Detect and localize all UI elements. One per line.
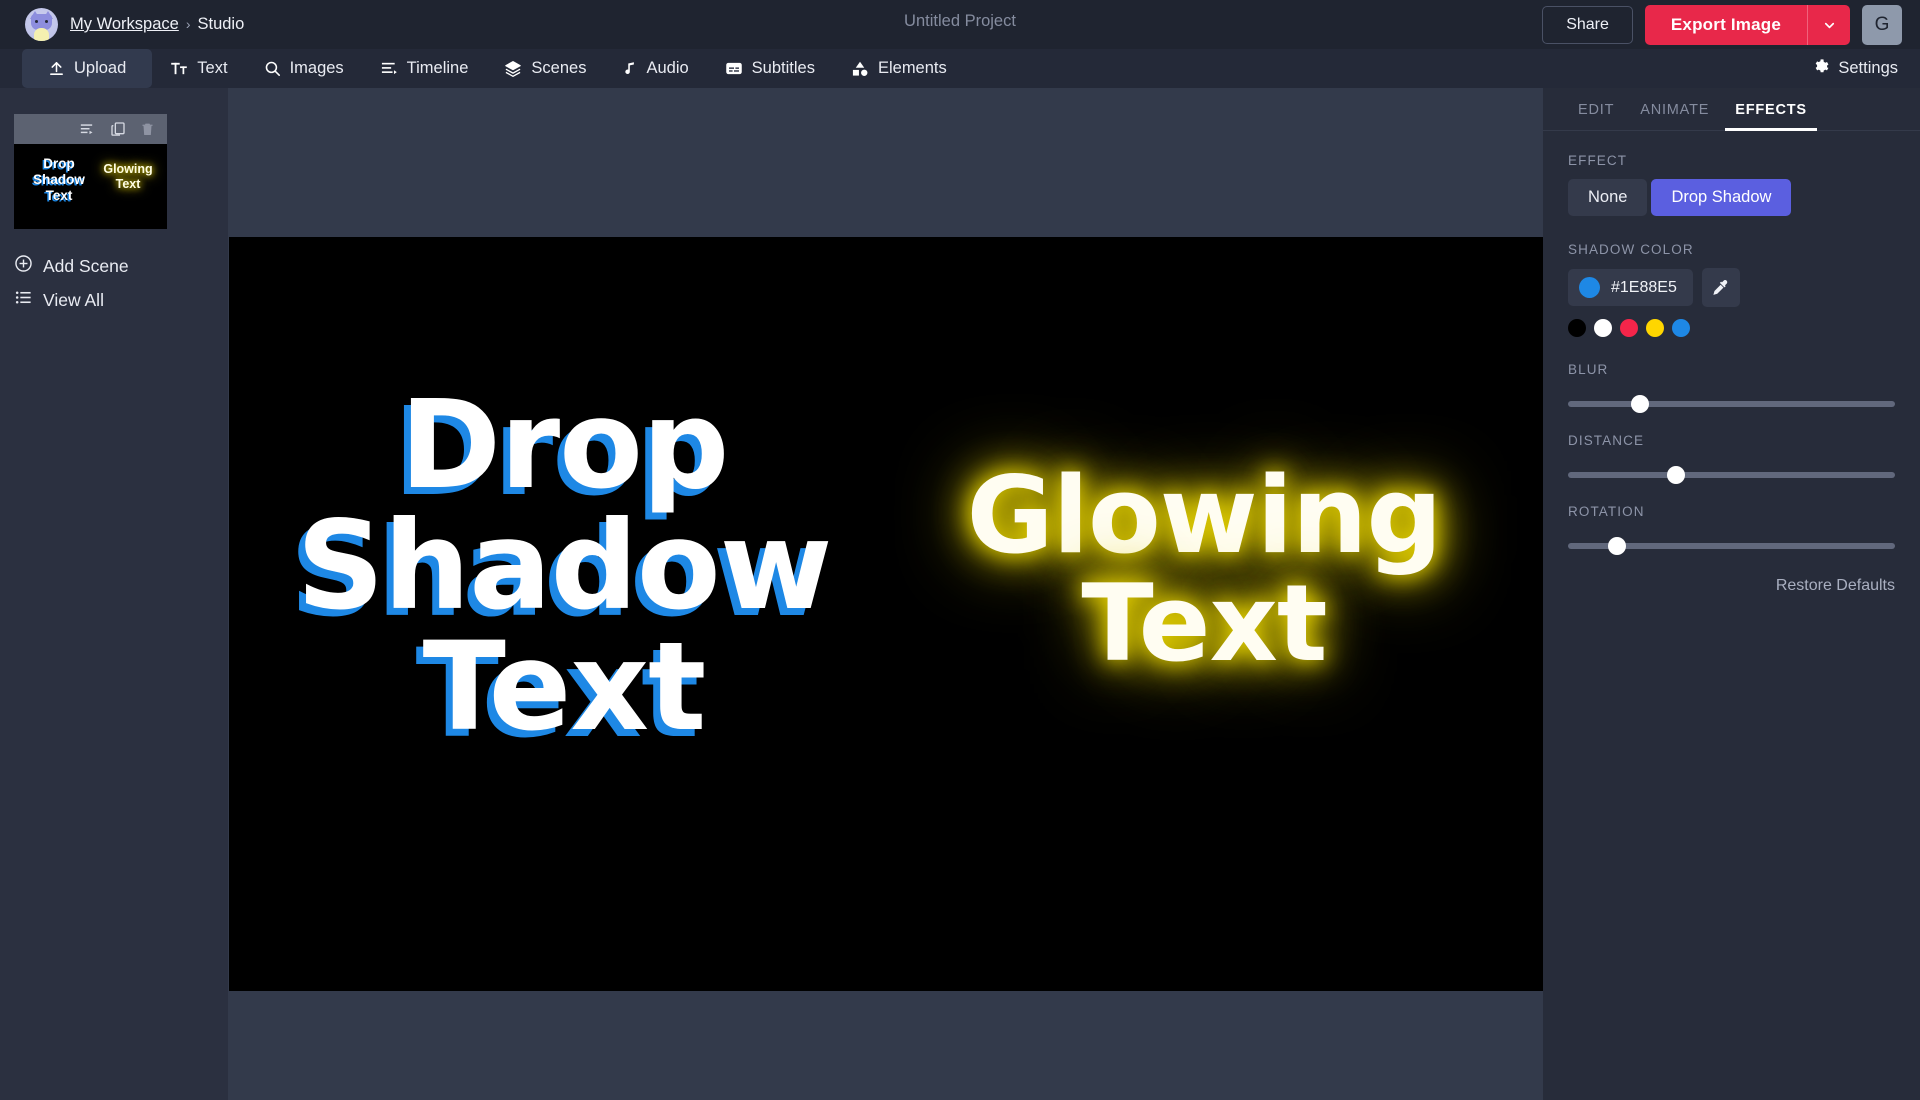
shapes-icon bbox=[851, 60, 869, 77]
blur-label: BLUR bbox=[1568, 362, 1895, 377]
toolbar-label-subtitles: Subtitles bbox=[752, 59, 815, 78]
chevron-down-icon[interactable] bbox=[1807, 5, 1850, 45]
rotation-slider-block: ROTATION bbox=[1568, 504, 1895, 555]
blur-slider-track bbox=[1568, 401, 1895, 407]
shadow-color-swatches bbox=[1568, 319, 1895, 337]
upload-icon bbox=[48, 60, 65, 77]
blur-slider-block: BLUR bbox=[1568, 362, 1895, 413]
left-panel-actions: Add Scene View All bbox=[14, 249, 228, 317]
restore-defaults-button[interactable]: Restore Defaults bbox=[1568, 577, 1895, 595]
toolbar-label-upload: Upload bbox=[74, 59, 126, 78]
canvas-text-layer-drop-shadow[interactable]: Drop Shadow Text bbox=[264, 385, 864, 747]
swatch-white[interactable] bbox=[1594, 319, 1612, 337]
toolbar-item-images[interactable]: Images bbox=[246, 49, 362, 88]
tab-edit[interactable]: EDIT bbox=[1565, 88, 1627, 130]
rotation-slider-knob[interactable] bbox=[1608, 537, 1626, 555]
layers-icon bbox=[504, 60, 522, 77]
swatch-yellow[interactable] bbox=[1646, 319, 1664, 337]
left-panel: Drop Shadow Text Glowing Text Add Scene … bbox=[0, 88, 228, 1100]
add-scene-button[interactable]: Add Scene bbox=[14, 249, 228, 283]
rotation-label: ROTATION bbox=[1568, 504, 1895, 519]
swatch-black[interactable] bbox=[1568, 319, 1586, 337]
duplicate-icon[interactable] bbox=[109, 121, 127, 137]
reorder-icon[interactable] bbox=[78, 121, 97, 137]
scene-thumbnail-text-a: Drop Shadow Text bbox=[26, 156, 92, 204]
export-button-group: Export Image bbox=[1645, 5, 1850, 45]
blur-slider[interactable] bbox=[1568, 395, 1895, 413]
rotation-slider[interactable] bbox=[1568, 537, 1895, 555]
view-all-label: View All bbox=[43, 290, 104, 311]
toolbar-item-elements[interactable]: Elements bbox=[833, 49, 965, 88]
tab-effects[interactable]: EFFECTS bbox=[1722, 88, 1820, 130]
toolbar-label-scenes: Scenes bbox=[531, 59, 586, 78]
shadow-color-hex: #1E88E5 bbox=[1611, 279, 1677, 297]
breadcrumb-separator: › bbox=[186, 16, 191, 32]
view-all-button[interactable]: View All bbox=[14, 283, 228, 317]
scene-thumbnail[interactable]: Drop Shadow Text Glowing Text bbox=[14, 144, 167, 229]
toolbar-label-images: Images bbox=[290, 59, 344, 78]
user-avatar-button[interactable]: G bbox=[1862, 5, 1902, 45]
toolbar-item-scenes[interactable]: Scenes bbox=[486, 49, 604, 88]
effect-option-none[interactable]: None bbox=[1568, 179, 1647, 216]
add-scene-label: Add Scene bbox=[43, 256, 129, 277]
toolbar-item-subtitles[interactable]: Subtitles bbox=[707, 49, 833, 88]
breadcrumb-current: Studio bbox=[197, 15, 244, 34]
distance-slider[interactable] bbox=[1568, 466, 1895, 484]
subtitles-icon bbox=[725, 60, 743, 77]
topbar-actions: Share Export Image G bbox=[1542, 5, 1902, 45]
music-note-icon bbox=[622, 60, 637, 77]
search-icon bbox=[264, 60, 281, 77]
timeline-icon bbox=[380, 60, 398, 77]
shadow-color-field[interactable]: #1E88E5 bbox=[1568, 269, 1693, 306]
export-image-button[interactable]: Export Image bbox=[1645, 5, 1807, 45]
distance-slider-knob[interactable] bbox=[1667, 466, 1685, 484]
list-icon bbox=[14, 288, 33, 312]
text-icon bbox=[170, 60, 188, 77]
swatch-blue[interactable] bbox=[1672, 319, 1690, 337]
toolbar-label-audio: Audio bbox=[646, 59, 688, 78]
swatch-red[interactable] bbox=[1620, 319, 1638, 337]
toolbar-item-text[interactable]: Text bbox=[152, 49, 245, 88]
scene-card[interactable]: Drop Shadow Text Glowing Text bbox=[14, 114, 167, 229]
scene-thumbnail-text-b: Glowing Text bbox=[95, 162, 161, 192]
settings-button[interactable]: Settings bbox=[1812, 49, 1898, 88]
distance-label: DISTANCE bbox=[1568, 433, 1895, 448]
brand-breadcrumb-group: My Workspace › Studio bbox=[25, 8, 244, 41]
shadow-color-row: #1E88E5 bbox=[1568, 268, 1895, 307]
plus-circle-icon bbox=[14, 254, 33, 278]
trash-icon[interactable] bbox=[139, 121, 156, 137]
toolbar-label-elements: Elements bbox=[878, 59, 947, 78]
toolbar-label-text: Text bbox=[197, 59, 227, 78]
canvas-area: Drop Shadow Text Glowing Text bbox=[228, 88, 1543, 1100]
share-button[interactable]: Share bbox=[1542, 6, 1633, 44]
shadow-color-label: SHADOW COLOR bbox=[1568, 242, 1895, 257]
breadcrumb: My Workspace › Studio bbox=[70, 15, 244, 34]
right-panel-body: EFFECT None Drop Shadow SHADOW COLOR #1E… bbox=[1543, 131, 1920, 595]
effect-options-group: None Drop Shadow bbox=[1568, 179, 1895, 216]
top-bar: My Workspace › Studio Untitled Project S… bbox=[0, 0, 1920, 49]
toolbar-item-audio[interactable]: Audio bbox=[604, 49, 706, 88]
distance-slider-block: DISTANCE bbox=[1568, 433, 1895, 484]
color-swatch-preview bbox=[1579, 277, 1600, 298]
canvas-stage[interactable]: Drop Shadow Text Glowing Text bbox=[229, 237, 1569, 991]
breadcrumb-workspace-link[interactable]: My Workspace bbox=[70, 15, 179, 34]
toolbar-item-upload[interactable]: Upload bbox=[22, 49, 152, 88]
tab-animate[interactable]: ANIMATE bbox=[1627, 88, 1722, 130]
effect-section-label: EFFECT bbox=[1568, 153, 1895, 168]
blur-slider-knob[interactable] bbox=[1631, 395, 1649, 413]
toolbar-item-timeline[interactable]: Timeline bbox=[362, 49, 487, 88]
tool-bar: Upload Text Images Timeline Scenes Audio bbox=[0, 49, 1920, 88]
effect-option-drop-shadow[interactable]: Drop Shadow bbox=[1651, 179, 1791, 216]
settings-label: Settings bbox=[1838, 59, 1898, 78]
toolbar-label-timeline: Timeline bbox=[407, 59, 469, 78]
cat-avatar-icon[interactable] bbox=[25, 8, 58, 41]
canvas-text-layer-glow[interactable]: Glowing Text bbox=[899, 462, 1509, 678]
right-panel: EDIT ANIMATE EFFECTS EFFECT None Drop Sh… bbox=[1543, 88, 1920, 1100]
eyedropper-icon[interactable] bbox=[1702, 268, 1740, 307]
right-panel-tabs: EDIT ANIMATE EFFECTS bbox=[1543, 88, 1920, 131]
scene-card-toolbar bbox=[14, 114, 167, 144]
distance-slider-track bbox=[1568, 472, 1895, 478]
gear-icon bbox=[1812, 58, 1829, 80]
